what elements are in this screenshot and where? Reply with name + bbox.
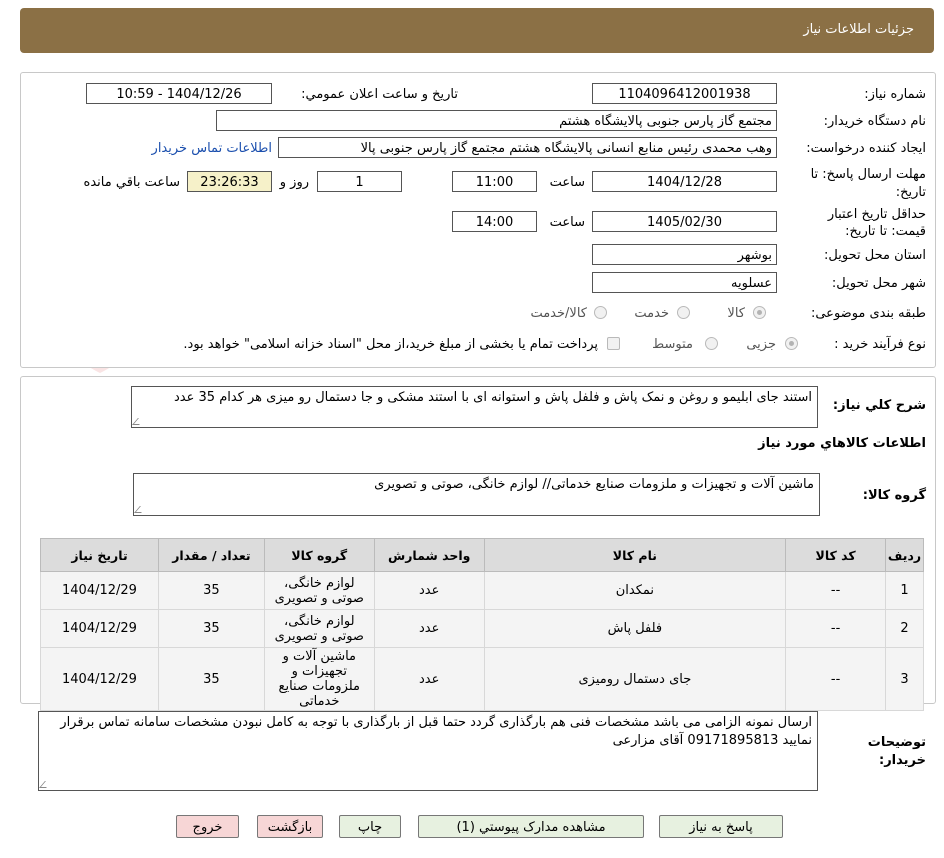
items-table-header-row: رديف کد کالا نام کالا واحد شمارش گروه کا… [40,538,924,572]
cell-group: لوازم خانگی، صوتی و تصویری [263,609,375,648]
need-number-field[interactable]: 1104096412001938 [592,83,777,104]
cell-code: -- [785,647,887,711]
cell-unit: عدد [373,571,485,610]
treasury-payment-note: پرداخت تمام یا بخشی از مبلغ خرید،از محل … [183,337,598,352]
buyer-notes-label-line2: خريدار: [879,753,926,768]
process-option-minor: جزیی [746,337,776,352]
col-header-name: نام کالا [483,538,787,572]
deadline-time-label: ساعت [549,175,585,190]
announce-date-field[interactable]: 1404/12/26 - 10:59 [86,83,272,104]
general-desc-text: استند جای ابلیمو و روغن و نمک پاش و فلفل… [174,390,812,405]
category-radio-goods-service[interactable] [594,306,607,319]
process-radio-medium[interactable] [705,337,718,350]
days-field[interactable]: 1 [317,171,402,192]
col-header-row-number: رديف [885,538,924,572]
cell-quantity: 35 [157,647,265,711]
cell-need-date: 1404/12/29 [40,609,159,648]
back-button[interactable]: بازگشت [257,815,323,838]
process-label: نوع فرآیند خرید : [834,337,926,352]
reply-button[interactable]: پاسخ به نياز [659,815,783,838]
category-option-goods-service: کالا/خدمت [530,306,587,321]
items-section-title: اطلاعات کالاهاي مورد نياز [758,436,926,451]
table-row: 3 -- جای دستمال رومیزی عدد ماشین آلات و … [40,647,924,711]
print-button[interactable]: چاپ [339,815,401,838]
buyer-contact-link[interactable]: اطلاعات تماس خریدار [152,141,272,156]
requester-label: ایجاد کننده درخواست: [806,141,926,156]
buyer-org-label: نام دستگاه خریدار: [823,114,926,129]
col-header-group: گروه کالا [263,538,375,572]
resize-handle-icon[interactable] [132,418,145,425]
table-row: 2 -- فلفل پاش عدد لوازم خانگی، صوتی و تص… [40,609,924,648]
province-label: استان محل تحویل: [824,248,926,263]
buyer-notes-text: ارسال نمونه الزامی می باشد مشخصات فنی هم… [60,715,812,748]
col-header-need-date: تاريخ نياز [40,538,159,572]
cell-name: نمکدان [483,571,787,610]
goods-group-label: گروه کالا: [862,488,926,503]
cell-code: -- [785,609,887,648]
goods-group-text: ماشین آلات و تجهیزات و ملزومات صنایع خدم… [374,477,814,492]
cell-unit: عدد [373,647,485,711]
col-header-quantity: تعداد / مقدار [157,538,265,572]
validity-time-label: ساعت [549,215,585,230]
cell-name: جای دستمال رومیزی [483,647,787,711]
page-title: جزئیات اطلاعات نیاز [803,22,914,37]
cell-row-number: 1 [885,571,924,610]
deadline-time-field[interactable]: 11:00 [452,171,537,192]
cell-need-date: 1404/12/29 [40,571,159,610]
deadline-label-line1: مهلت ارسال پاسخ: تا [810,167,926,182]
validity-date-field[interactable]: 1405/02/30 [592,211,777,232]
process-option-medium: متوسط [652,337,693,352]
cell-row-number: 2 [885,609,924,648]
category-radio-goods[interactable] [753,306,766,319]
announce-date-label: تاریخ و ساعت اعلان عمومي: [301,87,458,102]
deadline-date-field[interactable]: 1404/12/28 [592,171,777,192]
remaining-time-field: 23:26:33 [187,171,272,192]
buyer-org-field[interactable]: مجتمع گاز پارس جنوبی پالایشگاه هشتم [216,110,777,131]
page-header: جزئیات اطلاعات نیاز [20,8,934,53]
category-radio-service[interactable] [677,306,690,319]
cell-quantity: 35 [157,571,265,610]
exit-button[interactable]: خروج [176,815,239,838]
cell-row-number: 3 [885,647,924,711]
cell-group: لوازم خانگی، صوتی و تصویری [263,571,375,610]
buyer-notes-label-line1: توضيحات [867,735,926,750]
resize-handle-icon[interactable] [134,506,147,513]
validity-label-line1: حداقل تاريخ اعتبار [827,207,926,222]
resize-handle-icon[interactable] [39,781,52,788]
category-label: طبقه بندی موضوعی: [810,306,926,321]
cell-name: فلفل پاش [483,609,787,648]
remaining-label: ساعت باقي مانده [83,175,180,190]
col-header-code: کد کالا [785,538,887,572]
city-field[interactable]: عسلویه [592,272,777,293]
cell-code: -- [785,571,887,610]
city-label: شهر محل تحویل: [831,276,926,291]
category-option-service: خدمت [634,306,669,321]
days-label: روز و [279,175,309,190]
buyer-notes-textarea[interactable]: ارسال نمونه الزامی می باشد مشخصات فنی هم… [38,711,818,791]
items-table: رديف کد کالا نام کالا واحد شمارش گروه کا… [40,538,924,711]
view-attachments-button[interactable]: مشاهده مدارک پيوستي (1) [418,815,644,838]
cell-group: ماشین آلات و تجهیزات و ملزومات صنایع خدم… [263,647,375,711]
general-desc-textarea[interactable]: استند جای ابلیمو و روغن و نمک پاش و فلفل… [131,386,818,428]
goods-group-textarea[interactable]: ماشین آلات و تجهیزات و ملزومات صنایع خدم… [133,473,820,516]
process-radio-minor[interactable] [785,337,798,350]
validity-time-field[interactable]: 14:00 [452,211,537,232]
cell-unit: عدد [373,609,485,648]
general-desc-label: شرح کلي نياز: [832,398,926,413]
category-option-goods: کالا [727,306,745,321]
treasury-payment-checkbox[interactable] [607,337,620,350]
validity-label-line2: قيمت: تا تاريخ: [845,224,926,239]
cell-quantity: 35 [157,609,265,648]
table-row: 1 -- نمکدان عدد لوازم خانگی، صوتی و تصوی… [40,571,924,610]
col-header-unit: واحد شمارش [373,538,485,572]
province-field[interactable]: بوشهر [592,244,777,265]
deadline-label-line2: تاریخ: [895,185,926,200]
requester-field[interactable]: وهب محمدی رئیس منابع انسانی پالایشگاه هش… [278,137,777,158]
cell-need-date: 1404/12/29 [40,647,159,711]
need-number-label: شماره نیاز: [864,87,926,102]
